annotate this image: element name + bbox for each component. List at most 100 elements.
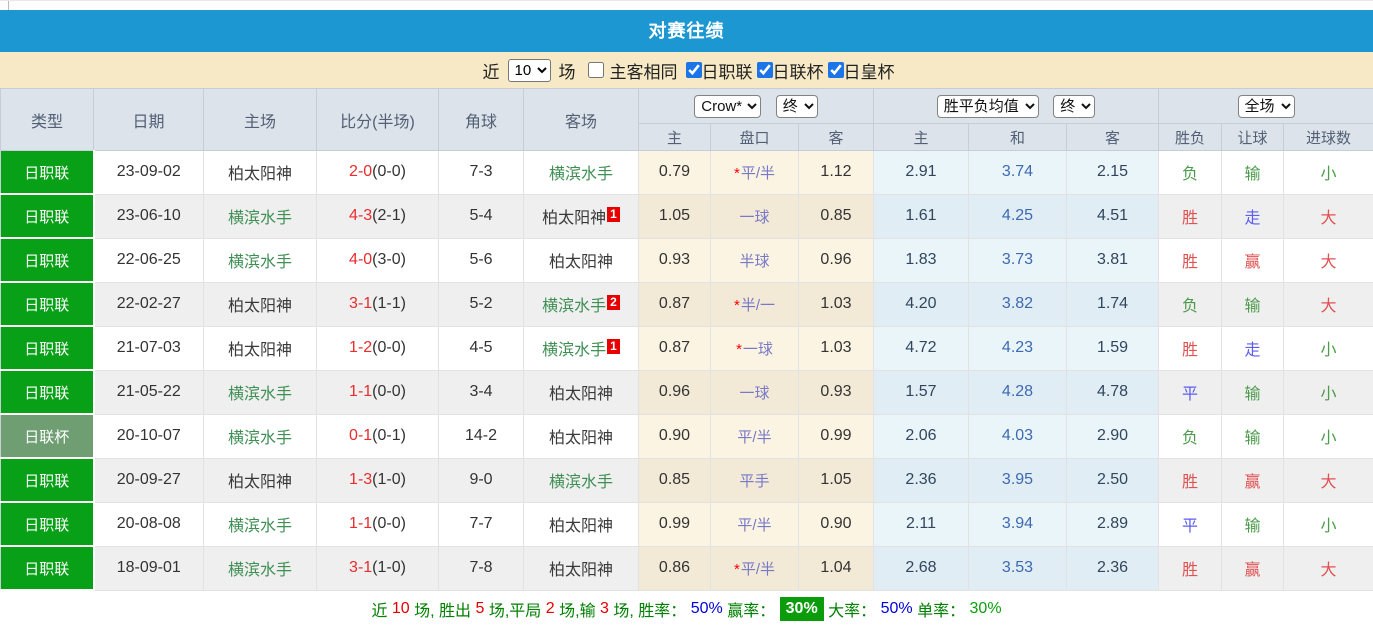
team-name: 横滨水手	[542, 298, 606, 315]
subcol-handicap-result: 让球	[1222, 124, 1284, 151]
goals-outcome: 小	[1284, 326, 1373, 370]
handicap-time-select[interactable]: 终	[776, 95, 818, 118]
scope-select[interactable]: 全场	[1238, 95, 1295, 118]
team-name: 横滨水手	[549, 166, 613, 183]
avg-draw-odds: 4.03	[969, 414, 1067, 458]
avg-type-select[interactable]: 胜平负均值	[937, 95, 1039, 118]
handicap-away-odds: 1.03	[799, 326, 874, 370]
goals-outcome: 大	[1284, 194, 1373, 238]
summary-segment: 胜出	[439, 597, 475, 621]
line-text: 一球	[739, 385, 769, 402]
league-checkbox-jleague[interactable]	[686, 62, 702, 78]
home-team: 横滨水手	[204, 370, 317, 414]
match-row: 日职联20-08-08横滨水手1-1(0-0)7-7柏太阳神0.99平/半0.9…	[1, 502, 1373, 546]
match-type-badge: 日职联	[1, 151, 94, 195]
match-score: 4-3(2-1)	[317, 194, 439, 238]
subcol-handicap-home: 主	[639, 124, 711, 151]
halftime-score: (1-1)	[372, 295, 406, 312]
away-team: 柏太阳神	[524, 238, 639, 282]
team-name: 横滨水手	[542, 342, 606, 359]
fulltime-score: 1-1	[349, 383, 372, 400]
match-row: 日职联22-02-27柏太阳神3-1(1-1)5-2横滨水手20.87*半/一1…	[1, 282, 1373, 326]
avg-time-select[interactable]: 终	[1053, 95, 1095, 118]
match-row: 日职联22-06-25横滨水手4-0(3-0)5-6柏太阳神0.93半球0.96…	[1, 238, 1373, 282]
line-text: 平/半	[737, 517, 771, 534]
same-side-checkbox[interactable]	[588, 62, 604, 78]
result-outcome: 胜	[1159, 326, 1222, 370]
league-filter-group: 日职联日联杯日皇杯	[682, 58, 895, 83]
summary-segment: 平局	[509, 597, 545, 621]
team-name: 横滨水手	[228, 518, 292, 535]
handicap-away-odds: 1.05	[799, 458, 874, 502]
goals-outcome: 大	[1284, 458, 1373, 502]
summary-segment: 5	[475, 600, 484, 618]
match-date: 23-09-02	[94, 151, 204, 195]
avg-away-odds: 4.51	[1067, 194, 1159, 238]
panel-title: 对赛往绩	[649, 21, 725, 41]
match-date: 20-10-07	[94, 414, 204, 458]
match-count-select[interactable]: 10	[508, 59, 551, 82]
match-date: 20-08-08	[94, 502, 204, 546]
team-name: 横滨水手	[228, 254, 292, 271]
avg-draw-odds: 4.23	[969, 326, 1067, 370]
handicap-outcome: 走	[1222, 194, 1284, 238]
handicap-home-odds: 0.79	[639, 151, 711, 195]
summary-segment: 胜率：	[638, 597, 690, 621]
handicap-away-odds: 0.99	[799, 414, 874, 458]
avg-away-odds: 2.89	[1067, 502, 1159, 546]
home-team: 横滨水手	[204, 194, 317, 238]
star-marker: *	[734, 561, 740, 578]
line-text: 平手	[739, 473, 769, 490]
fulltime-score: 3-1	[349, 295, 372, 312]
summary-segment: 场,	[410, 597, 439, 621]
result-outcome: 负	[1159, 282, 1222, 326]
team-name: 柏太阳神	[549, 386, 613, 403]
subcol-handicap-away: 客	[799, 124, 874, 151]
handicap-outcome: 赢	[1222, 458, 1284, 502]
line-text: 平/半	[741, 561, 775, 578]
fulltime-score: 4-0	[349, 251, 372, 268]
match-rows: 日职联23-09-02柏太阳神2-0(0-0)7-3横滨水手0.79*平/半1.…	[1, 151, 1373, 591]
match-type-badge: 日职联	[1, 194, 94, 238]
result-outcome: 胜	[1159, 194, 1222, 238]
halftime-score: (0-0)	[372, 383, 406, 400]
league-checkbox-emperorscup[interactable]	[828, 62, 844, 78]
handicap-line: *平/半	[711, 151, 799, 195]
col-header-corner: 角球	[439, 89, 524, 151]
avg-draw-odds: 3.95	[969, 458, 1067, 502]
match-score: 2-0(0-0)	[317, 151, 439, 195]
result-outcome: 胜	[1159, 546, 1222, 590]
line-text: 平/半	[741, 165, 775, 182]
match-row: 日职联23-06-10横滨水手4-3(2-1)5-4柏太阳神11.05一球0.8…	[1, 194, 1373, 238]
summary-line: 近 10 场, 胜出 5 场,平局 2 场,输 3 场, 胜率： 50% 赢率：…	[0, 591, 1373, 627]
summary-segment: 近	[371, 597, 391, 621]
handicap-home-odds: 1.05	[639, 194, 711, 238]
matches-label: 场	[559, 58, 576, 83]
handicap-home-odds: 0.87	[639, 282, 711, 326]
avg-draw-odds: 3.94	[969, 502, 1067, 546]
league-checkbox-jleaguecup[interactable]	[757, 62, 773, 78]
goals-outcome: 小	[1284, 414, 1373, 458]
handicap-away-odds: 0.96	[799, 238, 874, 282]
handicap-home-odds: 0.86	[639, 546, 711, 590]
handicap-outcome: 输	[1222, 502, 1284, 546]
home-team: 柏太阳神	[204, 458, 317, 502]
subcol-result: 胜负	[1159, 124, 1222, 151]
subcol-avg-home: 主	[874, 124, 969, 151]
avg-away-odds: 3.81	[1067, 238, 1159, 282]
top-strip	[0, 0, 1373, 10]
match-row: 日职联21-07-03柏太阳神1-2(0-0)4-5横滨水手10.87*一球1.…	[1, 326, 1373, 370]
goals-outcome: 小	[1284, 502, 1373, 546]
star-marker: *	[734, 297, 740, 314]
red-card-badge: 1	[607, 339, 620, 354]
match-type-badge: 日职联	[1, 326, 94, 370]
match-type-badge: 日职联	[1, 282, 94, 326]
avg-home-odds: 4.72	[874, 326, 969, 370]
subcol-goals: 进球数	[1284, 124, 1373, 151]
handicap-line: *半/一	[711, 282, 799, 326]
handicap-outcome: 赢	[1222, 238, 1284, 282]
summary-segment: 10	[392, 600, 410, 618]
odds-company-select[interactable]: Crow*	[694, 95, 761, 118]
league-label-jleaguecup: 日联杯	[773, 58, 824, 83]
handicap-select-cell: Crow* 终	[639, 89, 874, 124]
